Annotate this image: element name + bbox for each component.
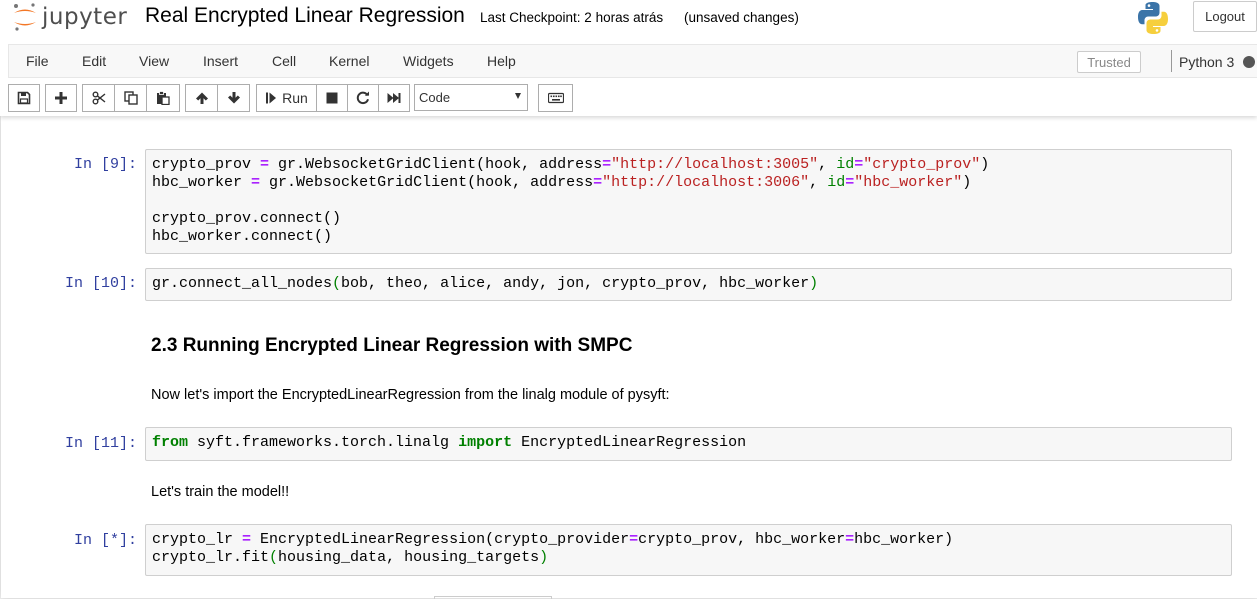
paste-button[interactable] (146, 84, 180, 112)
jupyter-logo-icon (14, 3, 36, 31)
code-editor[interactable]: crypto_lr = EncryptedLinearRegression(cr… (146, 525, 1231, 573)
menu-widgets[interactable]: Widgets (403, 53, 454, 69)
menu-insert[interactable]: Insert (203, 53, 238, 69)
code-line: crypto_prov = gr.WebsocketGridClient(hoo… (152, 156, 990, 173)
code-editor[interactable]: gr.connect_all_nodes(bob, theo, alice, a… (146, 269, 1231, 299)
markdown-text: Let's train the model!! (151, 484, 290, 500)
insert-cell-button[interactable] (45, 84, 77, 112)
kernel-separator (1171, 50, 1172, 72)
restart-run-all-button[interactable] (378, 84, 410, 112)
jupyter-logo[interactable]: jupyter (12, 2, 127, 32)
run-icon (266, 92, 277, 104)
checkpoint-status: Last Checkpoint: 2 horas atrás (480, 10, 664, 25)
restart-kernel-button[interactable] (347, 84, 379, 112)
notebook-header: jupyter Real Encrypted Linear Regression… (0, 0, 1257, 116)
code-line: crypto_lr.fit(housing_data, housing_targ… (152, 549, 549, 566)
code-line: from syft.frameworks.torch.linalg import… (152, 434, 747, 451)
menubar: File Edit View Insert Cell Kernel Widget… (8, 44, 1257, 78)
kernel-name[interactable]: Python 3 (1179, 54, 1234, 70)
code-cell-running[interactable]: crypto_lr = EncryptedLinearRegression(cr… (145, 524, 1232, 576)
notebook-area: In [9]: crypto_prov = gr.WebsocketGridCl… (0, 116, 1257, 599)
code-editor[interactable]: crypto_prov = gr.WebsocketGridClient(hoo… (146, 150, 1231, 252)
code-cell-11[interactable]: from syft.frameworks.torch.linalg import… (145, 427, 1232, 461)
fast-forward-icon (387, 93, 401, 103)
menu-cell[interactable]: Cell (272, 53, 296, 69)
save-button[interactable] (8, 84, 40, 112)
notebook-page: In [9]: crypto_prov = gr.WebsocketGridCl… (1, 116, 1257, 599)
jupyter-logo-text: jupyter (42, 4, 128, 30)
code-line: hbc_worker.connect() (152, 228, 333, 245)
arrow-down-icon (227, 92, 240, 104)
stop-icon (326, 92, 338, 104)
code-cell-10[interactable]: gr.connect_all_nodes(bob, theo, alice, a… (145, 268, 1232, 301)
python-logo-icon (1138, 2, 1168, 34)
paste-icon (157, 91, 170, 105)
cell-type-value: Code (419, 90, 451, 105)
trusted-indicator[interactable]: Trusted (1077, 51, 1141, 73)
autosave-status: (unsaved changes) (684, 10, 799, 25)
run-button-label: Run (282, 90, 308, 106)
copy-button[interactable] (114, 84, 147, 112)
command-palette-button[interactable] (538, 84, 573, 112)
cell-type-select[interactable]: Code (414, 84, 528, 111)
move-up-button[interactable] (185, 84, 218, 112)
copy-icon (123, 91, 138, 105)
cell-prompt: In [9]: (73, 156, 137, 173)
code-line: crypto_prov.connect() (152, 210, 342, 227)
arrow-up-icon (195, 92, 208, 104)
cell-prompt: In [11]: (64, 435, 137, 452)
menu-view[interactable]: View (139, 53, 169, 69)
kernel-busy-indicator-icon (1243, 56, 1255, 68)
code-line: hbc_worker = gr.WebsocketGridClient(hook… (152, 174, 972, 191)
cut-button[interactable] (82, 84, 115, 112)
code-line: gr.connect_all_nodes(bob, theo, alice, a… (152, 275, 819, 292)
chevron-down-icon (515, 93, 521, 99)
restart-icon (356, 91, 369, 105)
keyboard-icon (547, 92, 564, 104)
code-editor[interactable]: from syft.frameworks.torch.linalg import… (146, 428, 1231, 458)
header-bar: jupyter Real Encrypted Linear Regression… (0, 0, 1257, 40)
code-cell-9[interactable]: crypto_prov = gr.WebsocketGridClient(hoo… (145, 149, 1232, 254)
menu-edit[interactable]: Edit (82, 53, 106, 69)
save-icon (17, 91, 31, 105)
notebook-title[interactable]: Real Encrypted Linear Regression (145, 4, 465, 28)
menu-help[interactable]: Help (487, 53, 516, 69)
cut-icon (92, 91, 105, 105)
logout-button[interactable]: Logout (1193, 1, 1257, 32)
menu-file[interactable]: File (26, 53, 49, 69)
markdown-text: Now let's import the EncryptedLinearRegr… (151, 387, 670, 403)
run-button[interactable]: Run (256, 84, 317, 112)
cell-prompt: In [10]: (64, 275, 137, 292)
section-heading: 2.3 Running Encrypted Linear Regression … (151, 335, 633, 356)
code-line: crypto_lr = EncryptedLinearRegression(cr… (152, 531, 954, 548)
plus-icon (55, 92, 67, 104)
interrupt-kernel-button[interactable] (316, 84, 348, 112)
move-down-button[interactable] (217, 84, 250, 112)
menu-kernel[interactable]: Kernel (329, 53, 369, 69)
cell-prompt: In [*]: (73, 532, 137, 549)
